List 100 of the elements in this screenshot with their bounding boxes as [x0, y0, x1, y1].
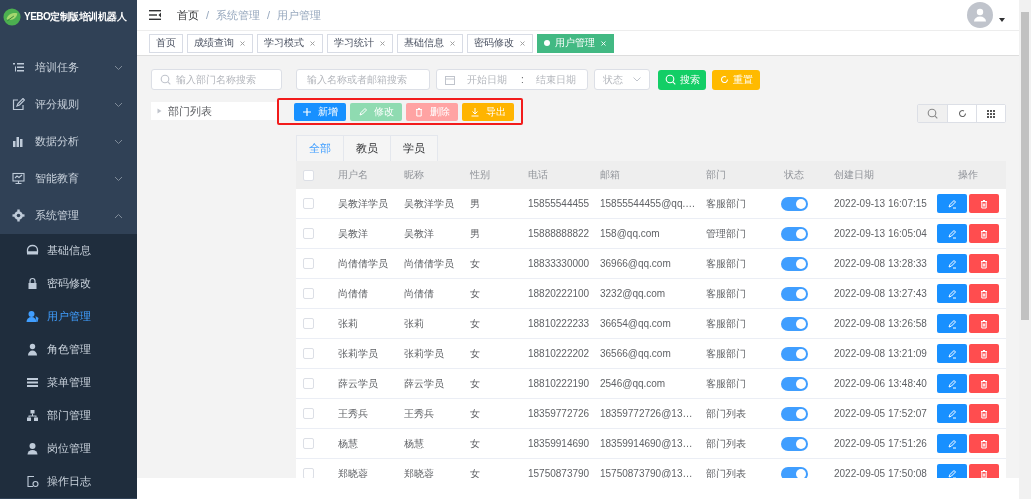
- checkbox[interactable]: [303, 258, 314, 269]
- status-toggle[interactable]: [780, 226, 808, 241]
- chevron-down-icon: [114, 64, 123, 71]
- status-toggle[interactable]: [780, 256, 808, 271]
- plus-icon: [302, 106, 312, 117]
- status-toggle[interactable]: [780, 286, 808, 301]
- lock-icon: [26, 277, 39, 290]
- sidebar-subitem[interactable]: 密码修改: [0, 267, 137, 300]
- edit-button[interactable]: [937, 374, 967, 393]
- sidebar-subitem[interactable]: 部门管理: [0, 399, 137, 432]
- delete-button[interactable]: [969, 254, 999, 273]
- sidebar-item[interactable]: 评分规则: [0, 86, 137, 123]
- delete-button[interactable]: [969, 194, 999, 213]
- checkbox[interactable]: [303, 228, 314, 239]
- user-silhouette-icon: [973, 8, 987, 22]
- checkbox[interactable]: [303, 169, 314, 181]
- monitor-icon: [12, 172, 25, 185]
- table-cell: 杨慧: [404, 436, 424, 451]
- checkbox[interactable]: [303, 468, 314, 478]
- sidebar-item[interactable]: 智能教育: [0, 160, 137, 197]
- checkbox[interactable]: [303, 378, 314, 389]
- page-tab[interactable]: 密码修改: [467, 33, 533, 53]
- menu-icon: [26, 376, 39, 389]
- tree-node[interactable]: 部门列表: [151, 102, 279, 120]
- pencil-icon: [358, 106, 368, 117]
- date-range-field[interactable]: 开始日期 : 结束日期: [436, 69, 588, 90]
- table-cell: 女: [470, 256, 480, 271]
- edit-button[interactable]: [937, 284, 967, 303]
- table-cell: 客服部门: [706, 316, 746, 331]
- sidebar-item[interactable]: 系统管理: [0, 197, 137, 234]
- sidebar-subitem[interactable]: 用户管理: [0, 300, 137, 333]
- checkbox[interactable]: [303, 408, 314, 419]
- filter-tab[interactable]: 教员: [344, 135, 391, 161]
- chevron-down-icon: [114, 175, 123, 182]
- table-cell: 薛云学员: [404, 376, 444, 391]
- checkbox[interactable]: [303, 348, 314, 359]
- person-icon: [26, 442, 39, 455]
- edit-button[interactable]: [937, 344, 967, 363]
- avatar[interactable]: [967, 2, 993, 28]
- delete-button[interactable]: [969, 314, 999, 333]
- delete-button[interactable]: [969, 224, 999, 243]
- table-cell: 女: [470, 316, 480, 331]
- helmet-icon: [26, 244, 39, 257]
- delete-button[interactable]: [969, 434, 999, 453]
- page-tab[interactable]: 学习统计: [327, 33, 393, 53]
- page-tab[interactable]: 基础信息: [397, 33, 463, 53]
- sidebar-item[interactable]: 培训任务: [0, 49, 137, 86]
- grid-icon: [987, 109, 995, 118]
- pencil-icon: [947, 288, 957, 299]
- status-toggle[interactable]: [780, 466, 808, 478]
- close-icon: [239, 39, 246, 47]
- sidebar-subitem[interactable]: 操作日志: [0, 465, 137, 498]
- columns-button[interactable]: [976, 105, 1005, 122]
- status-toggle[interactable]: [780, 346, 808, 361]
- sidebar-subitem[interactable]: 菜单管理: [0, 366, 137, 399]
- status-toggle[interactable]: [780, 196, 808, 211]
- edit-button[interactable]: [937, 194, 967, 213]
- chevron-down-icon: [633, 77, 641, 82]
- delete-button[interactable]: [969, 284, 999, 303]
- edit-button[interactable]: [937, 224, 967, 243]
- trash-icon: [979, 318, 989, 329]
- status-toggle[interactable]: [780, 436, 808, 451]
- search-toggle-button[interactable]: [918, 105, 947, 122]
- checkbox[interactable]: [303, 198, 314, 209]
- table-cell: 郑晓蓉: [338, 466, 368, 478]
- status-toggle[interactable]: [780, 316, 808, 331]
- delete-button[interactable]: [969, 404, 999, 423]
- edit-button[interactable]: [937, 464, 967, 478]
- scrollbar-thumb[interactable]: [1021, 12, 1029, 320]
- table-cell: 部门列表: [706, 436, 746, 451]
- page-tab[interactable]: 学习模式: [257, 33, 323, 53]
- status-toggle[interactable]: [780, 406, 808, 421]
- checkbox[interactable]: [303, 288, 314, 299]
- page-tab[interactable]: 首页: [149, 33, 183, 53]
- delete-button[interactable]: [969, 464, 999, 478]
- table-cell: 18359914690: [528, 438, 590, 449]
- refresh-icon: [957, 109, 967, 118]
- leaf-logo-icon: [3, 7, 21, 26]
- checkbox[interactable]: [303, 318, 314, 329]
- status-toggle[interactable]: [780, 376, 808, 391]
- checkbox[interactable]: [303, 438, 314, 449]
- sidebar-subitem[interactable]: 基础信息: [0, 234, 137, 267]
- edit-button[interactable]: [937, 434, 967, 453]
- delete-button[interactable]: [969, 374, 999, 393]
- sidebar-subitem[interactable]: 角色管理: [0, 333, 137, 366]
- trash-icon: [979, 348, 989, 359]
- breadcrumb-link[interactable]: 首页: [177, 7, 199, 23]
- sidebar-item[interactable]: 数据分析: [0, 123, 137, 160]
- edit-button[interactable]: [937, 314, 967, 333]
- table-cell: 尚倩倩学员: [404, 256, 454, 271]
- person-icon: [26, 343, 39, 356]
- sidebar-subitem[interactable]: 岗位管理: [0, 432, 137, 465]
- edit-button[interactable]: [937, 404, 967, 423]
- table-cell: 18810222233: [528, 318, 590, 329]
- delete-button[interactable]: [969, 344, 999, 363]
- edit-button[interactable]: [937, 254, 967, 273]
- table-cell: 3232@qq.com: [600, 288, 666, 299]
- page-tab[interactable]: 成绩查询: [187, 33, 253, 53]
- table-cell: 2022-09-08 13:26:58: [834, 318, 927, 329]
- filter-tab[interactable]: 学员: [391, 135, 438, 161]
